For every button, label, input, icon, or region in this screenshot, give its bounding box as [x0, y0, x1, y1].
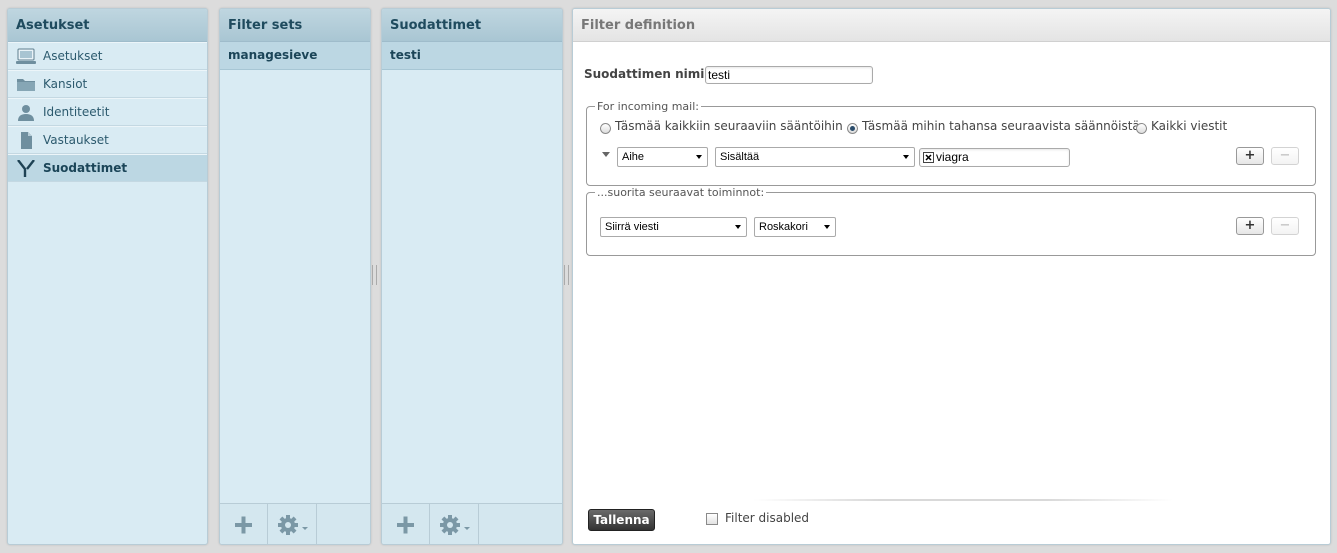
filter-disabled-label: Filter disabled	[725, 511, 810, 525]
footer-divider	[753, 499, 1173, 501]
chevron-down-icon	[696, 155, 702, 159]
splitter-handle[interactable]	[564, 265, 569, 285]
filter-definition-title: Filter definition	[573, 9, 1330, 42]
folder-icon	[17, 79, 35, 91]
chevron-down-icon	[903, 155, 909, 159]
filter-sets-panel: Filter sets managesieve	[219, 8, 371, 545]
nav-item-label: Asetukset	[43, 49, 103, 63]
add-rule-button[interactable]: +	[1236, 147, 1264, 165]
remove-rule-button[interactable]: −	[1271, 147, 1299, 165]
filter-set-actions-button[interactable]	[268, 504, 317, 544]
all-messages-radio[interactable]	[1136, 123, 1147, 134]
document-icon	[21, 132, 32, 149]
all-messages-label: Kaikki viestit	[1151, 119, 1228, 133]
add-action-button[interactable]: +	[1236, 217, 1264, 235]
nav-item-asetukset[interactable]: Asetukset	[8, 42, 207, 70]
rule-operator-select[interactable]: Sisältää	[715, 147, 915, 167]
remove-action-button[interactable]: −	[1271, 217, 1299, 235]
match-all-label: Täsmää kaikkiin seuraaviin sääntöihin	[615, 119, 843, 133]
filter-definition-panel: Filter definition Suodattimen nimi: test…	[572, 8, 1331, 545]
add-filter-set-button[interactable]	[220, 504, 268, 544]
monitor-icon	[16, 48, 36, 64]
rule-operator-value: Sisältää	[720, 151, 760, 163]
settings-panel: Asetukset Asetukset Kansiot Identiteetit	[7, 8, 208, 545]
filter-actions-button[interactable]	[430, 504, 479, 544]
action-value: Siirrä viesti	[605, 221, 659, 233]
settings-nav: Asetukset Kansiot Identiteetit Vastaukse…	[8, 42, 207, 182]
rule-value-text: viagra	[936, 150, 969, 164]
filter-sets-footer	[220, 503, 370, 544]
filters-panel: Suodattimet testi	[381, 8, 563, 545]
incoming-mail-fieldset: For incoming mail:	[586, 100, 1316, 186]
nav-item-label: Vastaukset	[43, 133, 109, 147]
filter-icon	[17, 160, 35, 177]
action-select[interactable]: Siirrä viesti	[600, 217, 747, 237]
filter-row[interactable]: testi	[382, 42, 562, 70]
nav-item-label: Identiteetit	[43, 105, 110, 119]
action-target-value: Roskakori	[759, 221, 808, 233]
actions-legend: ...suorita seuraavat toiminnot:	[597, 186, 765, 199]
filters-title: Suodattimet	[382, 9, 562, 42]
filter-name-input[interactable]: testi	[705, 66, 873, 84]
rule-header-select[interactable]: Aihe	[617, 147, 708, 167]
chevron-down-icon	[735, 225, 741, 229]
action-target-select[interactable]: Roskakori	[754, 217, 836, 237]
add-filter-button[interactable]	[382, 504, 430, 544]
match-all-radio[interactable]	[600, 123, 611, 134]
nav-item-label: Suodattimet	[43, 161, 128, 175]
save-button[interactable]: Tallenna	[588, 509, 655, 531]
nav-item-identiteetit[interactable]: Identiteetit	[8, 98, 207, 126]
rule-collapse-icon[interactable]	[602, 152, 611, 158]
rule-header-value: Aihe	[622, 151, 645, 163]
nav-item-kansiot[interactable]: Kansiot	[8, 70, 207, 98]
person-icon	[18, 105, 34, 121]
value-list-icon[interactable]	[923, 152, 934, 163]
rule-value-input[interactable]: viagra	[919, 148, 1070, 167]
splitter-handle[interactable]	[372, 265, 377, 285]
filter-name-label: Suodattimen nimi:	[584, 67, 710, 81]
plus-icon	[397, 516, 414, 534]
filter-set-row[interactable]: managesieve	[220, 42, 370, 70]
filter-disabled-checkbox[interactable]	[706, 513, 718, 525]
chevron-down-icon	[824, 225, 830, 229]
settings-panel-title: Asetukset	[8, 9, 207, 42]
nav-item-vastaukset[interactable]: Vastaukset	[8, 126, 207, 154]
match-any-label: Täsmää mihin tahansa seuraavista säännöi…	[862, 119, 1140, 133]
filter-sets-title: Filter sets	[220, 9, 370, 42]
plus-icon	[235, 516, 252, 534]
filters-footer	[382, 503, 562, 544]
nav-item-label: Kansiot	[43, 77, 88, 91]
gear-icon	[440, 515, 470, 535]
nav-item-suodattimet[interactable]: Suodattimet	[8, 154, 207, 182]
gear-icon	[278, 515, 308, 535]
incoming-mail-legend: For incoming mail:	[597, 100, 699, 113]
match-any-radio[interactable]	[847, 123, 858, 134]
